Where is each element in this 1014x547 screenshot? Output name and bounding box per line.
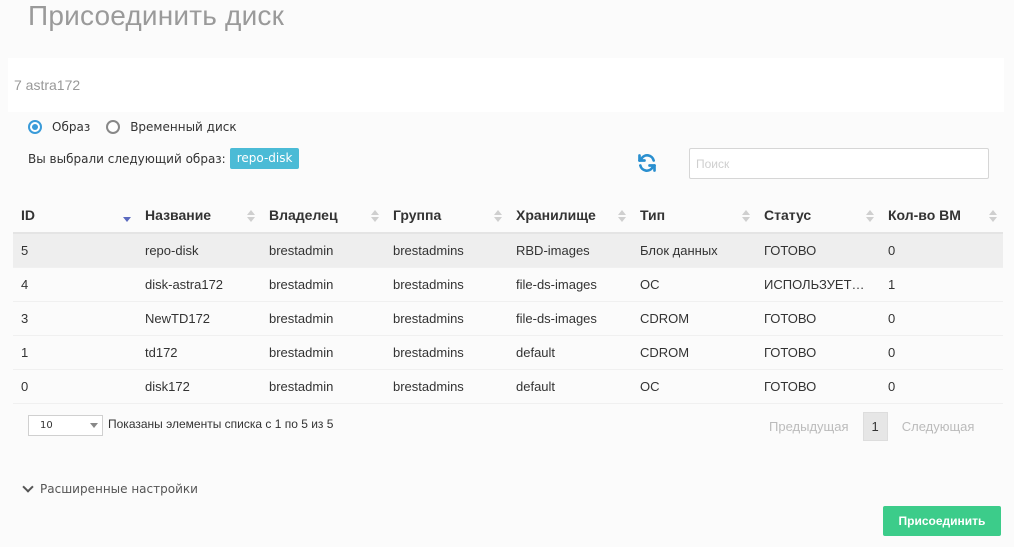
table-row[interactable]: 1 td172 brestadmin brestadmins default CDROM Г…: [13, 335, 1003, 370]
radio-icon[interactable]: [106, 120, 121, 134]
sort-icon: [494, 210, 502, 224]
selected-image-badge: repo-disk: [229, 148, 300, 169]
sort-icon: [247, 210, 255, 224]
attach-button[interactable]: Присоединить: [883, 506, 1001, 536]
col-header-type[interactable]: Тип: [632, 198, 756, 234]
disk-type-radios: Образ Временный диск: [28, 120, 253, 134]
sort-icon: [123, 210, 131, 224]
radio-icon[interactable]: [28, 120, 42, 134]
chevron-down-icon: [22, 481, 34, 493]
refresh-icon[interactable]: [637, 153, 657, 173]
radio-volatile[interactable]: Временный диск: [106, 120, 237, 134]
page-size-value: 10: [40, 420, 53, 431]
radio-image[interactable]: Образ: [28, 120, 90, 134]
table-row[interactable]: 3 NewTD172 brestadmin brestadmins file-ds-im…: [13, 301, 1003, 336]
caret-down-icon: [90, 423, 98, 428]
page-size-select[interactable]: 10: [28, 415, 103, 436]
search-input[interactable]: [689, 148, 989, 179]
table-info: Показаны элементы списка с 1 по 5 из 5: [108, 417, 334, 431]
sort-icon: [371, 210, 379, 224]
col-header-vms[interactable]: Кол-во ВМ: [880, 198, 1003, 234]
col-header-owner[interactable]: Владелец: [261, 198, 385, 234]
sort-icon: [618, 210, 626, 224]
col-header-group[interactable]: Группа: [385, 198, 508, 234]
col-header-status[interactable]: Статус: [756, 198, 880, 234]
images-table: ID Название Владелец Группа Хранилище Ти…: [13, 198, 1003, 404]
radio-image-label: Образ: [52, 120, 91, 134]
sort-icon: [742, 210, 750, 224]
col-header-name[interactable]: Название: [137, 198, 261, 234]
advanced-settings-toggle[interactable]: Расширенные настройки: [22, 481, 198, 496]
page-title: Присоединить диск: [28, 0, 285, 31]
table-row[interactable]: 4 disk-astra172 brestadmin brestadmins file-…: [13, 267, 1003, 302]
table-row[interactable]: 5 repo-disk brestadmin brestadmins RBD-image…: [13, 233, 1003, 268]
next-page-button[interactable]: Следующая: [894, 413, 983, 440]
radio-volatile-label: Временный диск: [130, 120, 237, 134]
table-header-row: ID Название Владелец Группа Хранилище Ти…: [13, 198, 1003, 234]
attach-disk-dialog: Присоединить диск 7 astra172 Образ Време…: [0, 0, 1014, 547]
sort-icon: [989, 210, 997, 224]
selected-image-row: Вы выбрали следующий образ: repo-disk: [28, 148, 300, 169]
advanced-settings-label: Расширенные настройки: [40, 482, 198, 496]
selected-image-label: Вы выбрали следующий образ:: [28, 151, 226, 166]
col-header-datastore[interactable]: Хранилище: [508, 198, 632, 234]
vm-name: 7 astra172: [14, 77, 81, 93]
prev-page-button[interactable]: Предыдущая: [761, 413, 857, 440]
page-number-button[interactable]: 1: [862, 412, 888, 441]
pagination: Предыдущая 1 Следующая: [761, 412, 982, 441]
sort-icon: [866, 210, 874, 224]
vm-panel: 7 astra172: [8, 58, 1004, 112]
table-row[interactable]: 0 disk172 brestadmin brestadmins default ОС ГО…: [13, 369, 1003, 404]
col-header-id[interactable]: ID: [13, 198, 137, 234]
